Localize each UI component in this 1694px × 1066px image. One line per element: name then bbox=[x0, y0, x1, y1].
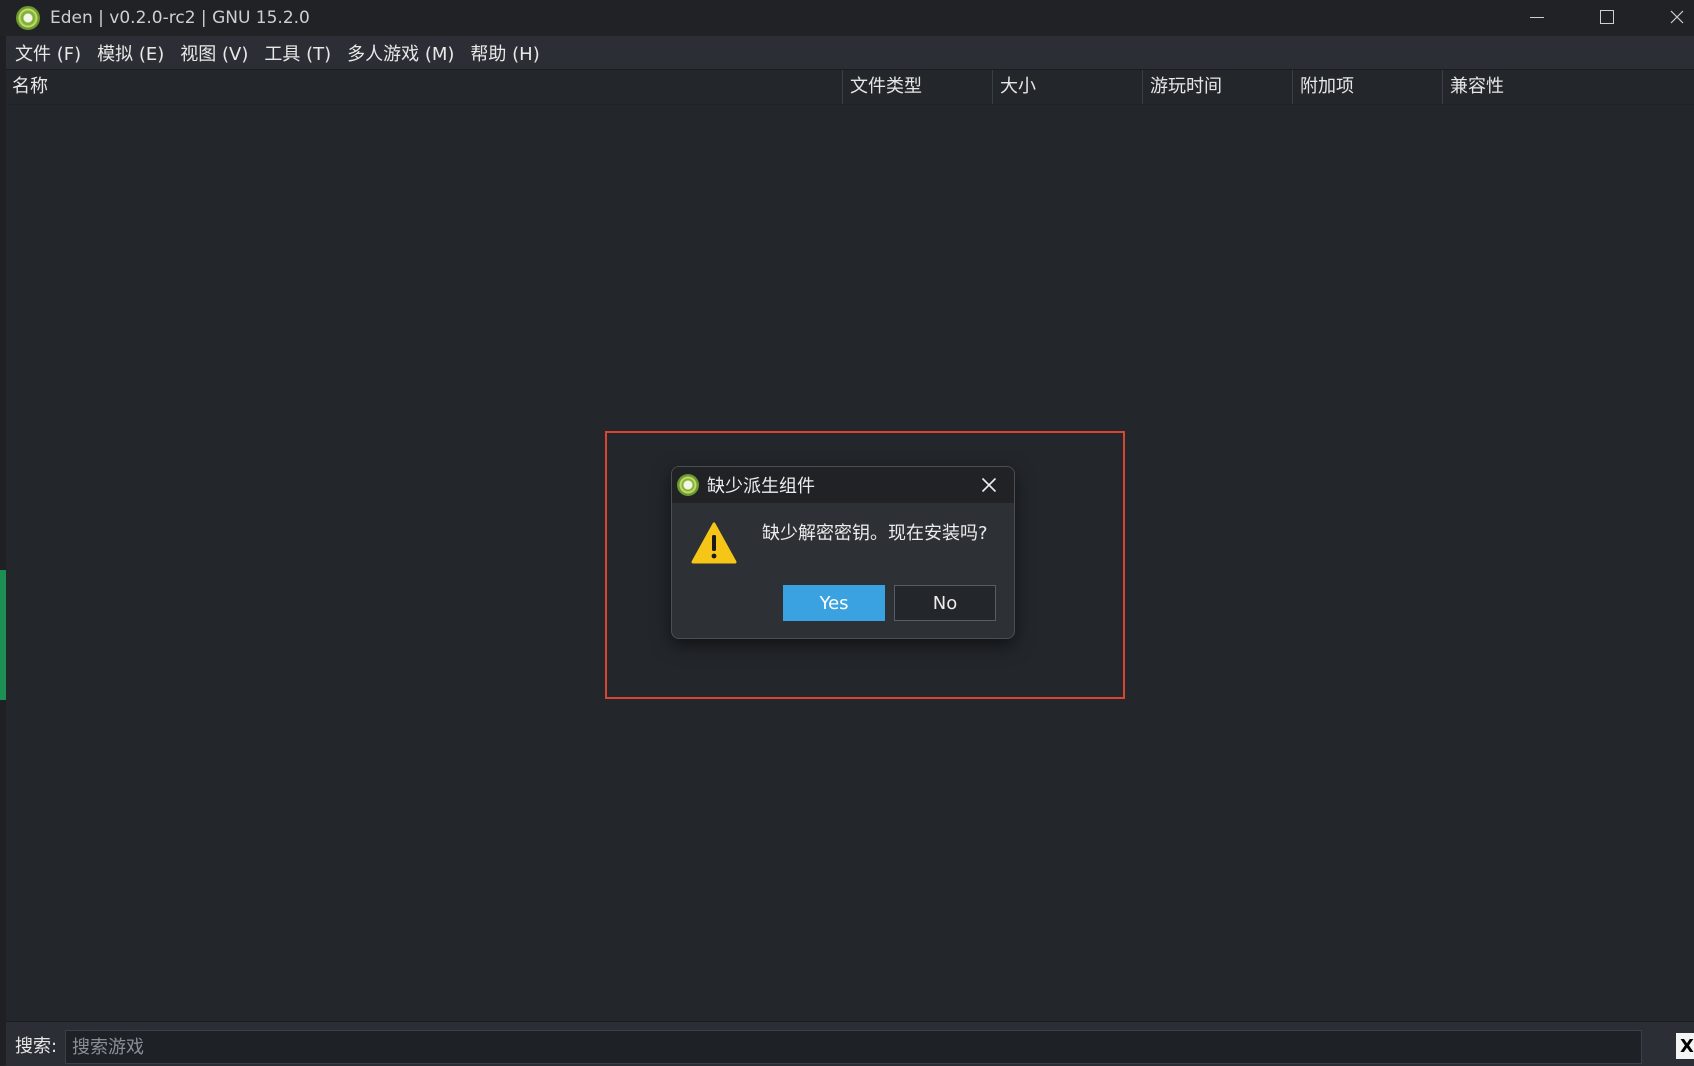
close-icon bbox=[1670, 10, 1684, 24]
column-header-size[interactable]: 大小 bbox=[994, 70, 1036, 104]
column-separator[interactable] bbox=[1292, 70, 1293, 104]
yes-button[interactable]: Yes bbox=[783, 585, 885, 621]
search-label: 搜索: bbox=[15, 1036, 58, 1057]
dialog-title-bar: 缺少派生组件 bbox=[672, 467, 1014, 503]
menu-view[interactable]: 视图 (V) bbox=[172, 40, 256, 66]
maximize-button[interactable] bbox=[1584, 0, 1630, 34]
close-icon bbox=[981, 477, 997, 493]
column-header-compatibility[interactable]: 兼容性 bbox=[1444, 70, 1504, 104]
menu-emulation[interactable]: 模拟 (E) bbox=[89, 40, 172, 66]
title-bar: Eden | v0.2.0-rc2 | GNU 15.2.0 bbox=[0, 0, 1694, 36]
warning-icon bbox=[691, 522, 737, 564]
menu-help[interactable]: 帮助 (H) bbox=[462, 40, 547, 66]
dialog-title: 缺少派生组件 bbox=[707, 476, 815, 497]
column-separator[interactable] bbox=[1142, 70, 1143, 104]
close-window-button[interactable] bbox=[1654, 0, 1694, 34]
menu-bar: 文件 (F) 模拟 (E) 视图 (V) 工具 (T) 多人游戏 (M) 帮助 … bbox=[6, 36, 1694, 70]
window-title: Eden | v0.2.0-rc2 | GNU 15.2.0 bbox=[50, 8, 310, 28]
menu-file[interactable]: 文件 (F) bbox=[7, 40, 89, 66]
no-button[interactable]: No bbox=[894, 585, 996, 621]
column-header-file-type[interactable]: 文件类型 bbox=[844, 70, 922, 104]
missing-keys-dialog: 缺少派生组件 缺少解密密钥。现在安装吗? Yes No bbox=[671, 466, 1015, 639]
dialog-close-button[interactable] bbox=[975, 472, 1003, 498]
column-separator[interactable] bbox=[842, 70, 843, 104]
column-header-add-ons[interactable]: 附加项 bbox=[1294, 70, 1354, 104]
game-list-header: 名称 文件类型 大小 游玩时间 附加项 兼容性 bbox=[6, 70, 1694, 105]
column-header-name[interactable]: 名称 bbox=[6, 70, 48, 104]
search-bar: 搜索: X bbox=[6, 1021, 1694, 1066]
column-separator[interactable] bbox=[992, 70, 993, 104]
clear-search-button[interactable]: X bbox=[1676, 1033, 1694, 1059]
maximize-icon bbox=[1600, 10, 1614, 24]
menu-tools[interactable]: 工具 (T) bbox=[256, 40, 339, 66]
menu-multiplayer[interactable]: 多人游戏 (M) bbox=[339, 40, 462, 66]
column-separator[interactable] bbox=[1442, 70, 1443, 104]
minimize-button[interactable] bbox=[1514, 0, 1560, 34]
eden-logo-icon bbox=[677, 474, 699, 496]
dialog-message: 缺少解密密钥。现在安装吗? bbox=[762, 523, 988, 544]
search-input[interactable] bbox=[65, 1030, 1642, 1064]
eden-logo-icon bbox=[16, 6, 40, 30]
column-header-play-time[interactable]: 游玩时间 bbox=[1144, 70, 1222, 104]
minimize-icon bbox=[1530, 16, 1544, 18]
